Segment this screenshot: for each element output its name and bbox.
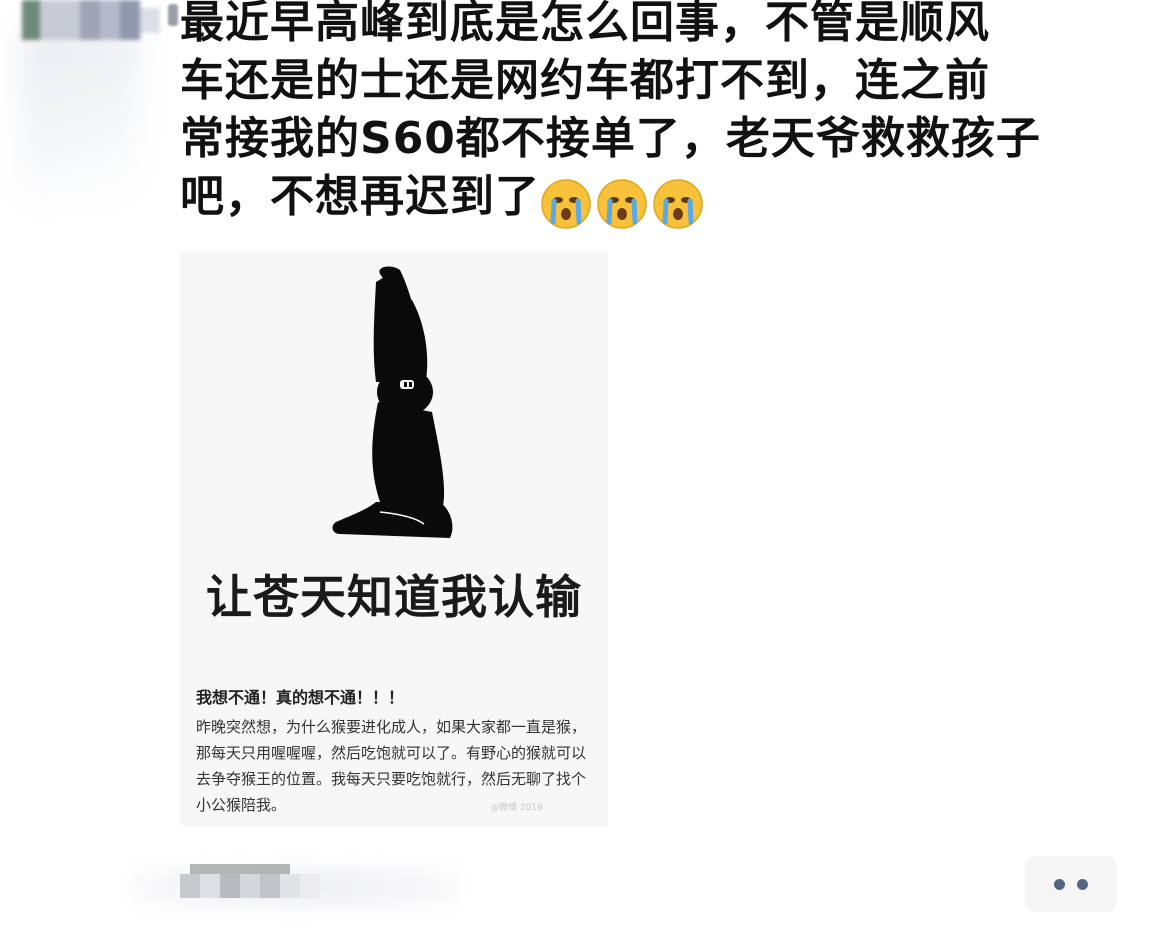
post-line-last: 吧，不想再迟到了 [180,168,1110,236]
crying-emoji-icon [653,179,703,229]
meme-title: 我想不通！真的想不通！！！ [196,688,405,707]
post-line: 吧，不想再迟到了 [180,171,540,222]
moments-post: 最近早高峰到底是怎么回事，不管是顺风 车还是的士还是网约车都打不到，连之前 常接… [0,0,1152,926]
username-fragment [168,4,178,26]
meme-caption: 让苍天知道我认输 [206,570,582,624]
more-dots-icon [1077,879,1088,890]
meme-watermark: @微博 2019 [490,803,543,813]
avatar-shadow [20,30,140,200]
post-text: 最近早高峰到底是怎么回事，不管是顺风 车还是的士还是网约车都打不到，连之前 常接… [180,0,1110,236]
avatar[interactable] [22,0,162,50]
meme-image[interactable]: 让苍天知道我认输 我想不通！真的想不通！！！ 昨晚突然想，为什么猴要进化成人，如… [180,252,608,826]
post-line: 最近早高峰到底是怎么回事，不管是顺风 [180,0,990,48]
more-button[interactable] [1025,856,1117,912]
kneeling-figure-illustration [332,266,453,538]
crying-emoji-icon [597,179,647,229]
footer-location-blurred [180,862,320,898]
emoji-row [540,178,708,236]
crying-emoji-icon [541,179,591,229]
post-line: 车还是的士还是网约车都打不到，连之前 [180,55,990,106]
post-line: 常接我的S60都不接单了，老天爷救救孩子 [180,113,1041,164]
more-dots-icon [1054,879,1065,890]
